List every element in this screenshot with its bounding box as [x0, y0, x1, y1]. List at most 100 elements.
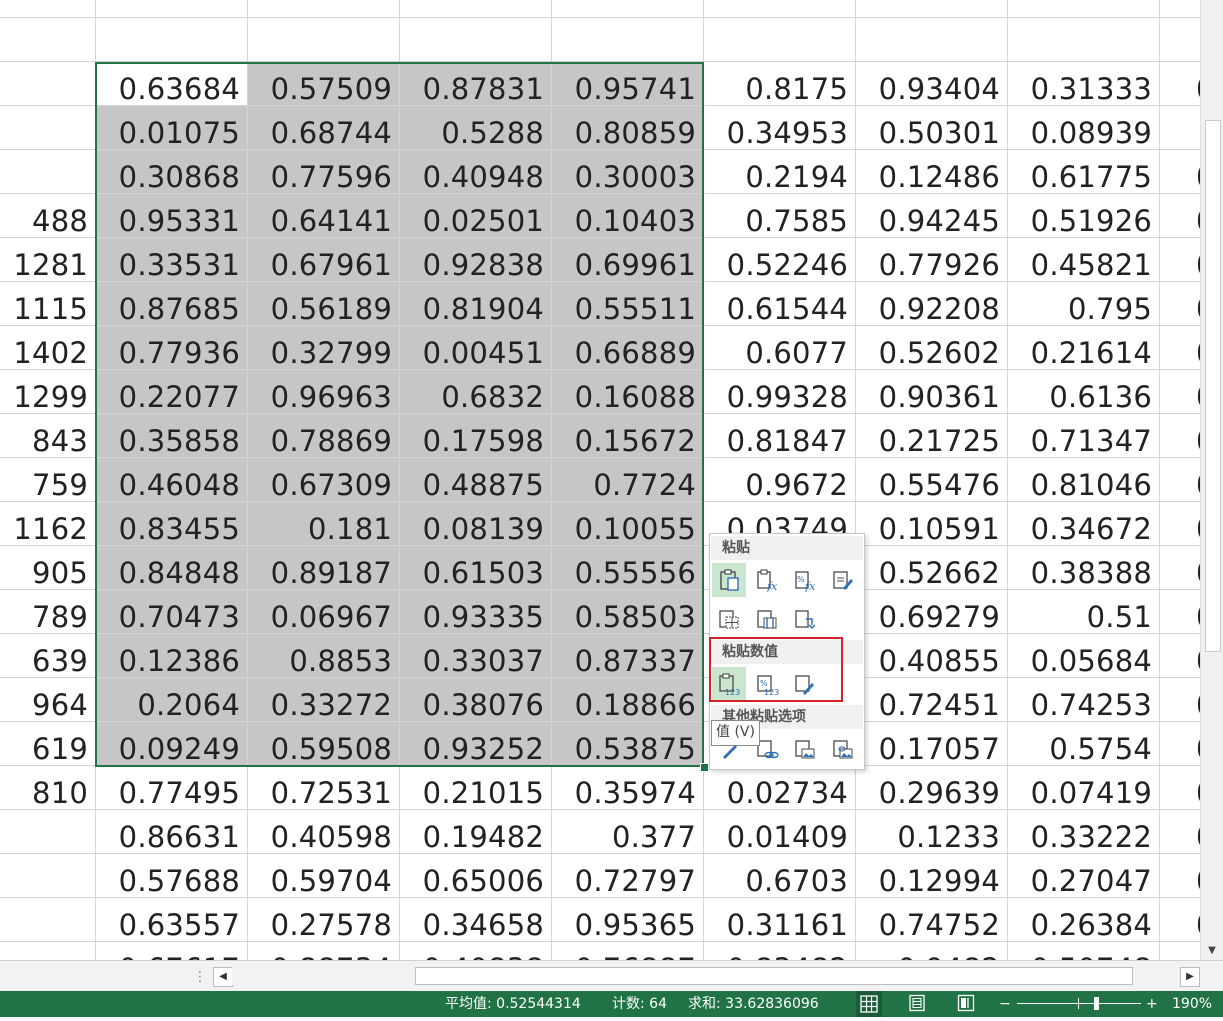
- data-cell[interactable]: 0.77495: [96, 766, 248, 810]
- cell[interactable]: [400, 0, 552, 18]
- row-value-cell[interactable]: 810: [0, 766, 96, 810]
- data-cell[interactable]: [856, 18, 1008, 62]
- data-cell[interactable]: 0.67309: [248, 458, 400, 502]
- data-cell[interactable]: 0.74253: [1008, 678, 1160, 722]
- paste-values-source-formatting-button[interactable]: [788, 667, 822, 701]
- data-cell[interactable]: 0.09249: [96, 722, 248, 766]
- cell[interactable]: [552, 0, 704, 18]
- data-cell[interactable]: 0.12486: [856, 150, 1008, 194]
- data-cell[interactable]: 0.01409: [704, 810, 856, 854]
- paste-values-button[interactable]: 123: [712, 667, 746, 701]
- data-cell[interactable]: 0: [1160, 194, 1200, 238]
- paste-no-borders-button[interactable]: [712, 602, 746, 636]
- data-cell[interactable]: 0.95365: [552, 898, 704, 942]
- vertical-scrollbar[interactable]: ▼: [1200, 0, 1223, 960]
- data-cell[interactable]: 0.57688: [96, 854, 248, 898]
- data-cell[interactable]: [704, 18, 856, 62]
- data-cell[interactable]: 0.26384: [1008, 898, 1160, 942]
- data-cell[interactable]: 0.6703: [704, 854, 856, 898]
- data-cell[interactable]: 0.77936: [96, 326, 248, 370]
- data-cell[interactable]: 0.08939: [1008, 106, 1160, 150]
- data-cell[interactable]: 0.377: [552, 810, 704, 854]
- data-cell[interactable]: 0: [1160, 238, 1200, 282]
- data-cell[interactable]: 0.70473: [96, 590, 248, 634]
- data-cell[interactable]: 0.8853: [248, 634, 400, 678]
- worksheet-grid[interactable]: 0.63684 0.57509 0.87831 0.95741 0.8175 0.9340…: [0, 0, 1200, 960]
- data-cell[interactable]: 0: [1160, 62, 1200, 106]
- zoom-slider-track[interactable]: [1017, 1003, 1141, 1004]
- zoom-out-button[interactable]: −: [999, 995, 1011, 1013]
- data-cell[interactable]: 0.92838: [400, 238, 552, 282]
- row-value-cell[interactable]: [0, 150, 96, 194]
- data-cell[interactable]: 0.72451: [856, 678, 1008, 722]
- data-cell[interactable]: 0: [1160, 942, 1200, 960]
- data-cell[interactable]: 0.93404: [856, 62, 1008, 106]
- row-value-cell[interactable]: [0, 18, 96, 62]
- row-value-cell[interactable]: 843: [0, 414, 96, 458]
- data-cell[interactable]: 0: [1160, 634, 1200, 678]
- data-cell[interactable]: 0.72531: [248, 766, 400, 810]
- paste-formulas-number-format-button[interactable]: % fx: [788, 563, 822, 597]
- data-cell[interactable]: 0.12386: [96, 634, 248, 678]
- data-cell[interactable]: 0.63557: [96, 898, 248, 942]
- data-cell[interactable]: [1160, 18, 1200, 62]
- data-cell[interactable]: 0.61775: [1008, 150, 1160, 194]
- paste-picture-button[interactable]: [788, 732, 822, 766]
- data-cell[interactable]: 0: [1160, 678, 1200, 722]
- data-cell[interactable]: 0.81904: [400, 282, 552, 326]
- cell[interactable]: [96, 0, 248, 18]
- data-cell[interactable]: 0.63684: [96, 62, 248, 106]
- data-cell[interactable]: [1008, 18, 1160, 62]
- data-cell[interactable]: 0.34953: [704, 106, 856, 150]
- data-cell[interactable]: 0.90361: [856, 370, 1008, 414]
- data-cell[interactable]: 0.33222: [1008, 810, 1160, 854]
- paste-keep-source-formatting-button[interactable]: [826, 563, 860, 597]
- data-cell[interactable]: 0.35858: [96, 414, 248, 458]
- cell[interactable]: [248, 0, 400, 18]
- data-cell[interactable]: 0.34658: [400, 898, 552, 942]
- data-cell[interactable]: 0.02501: [400, 194, 552, 238]
- data-cell[interactable]: 0.30868: [96, 150, 248, 194]
- paste-button[interactable]: [712, 563, 746, 597]
- zoom-level[interactable]: 190%: [1172, 995, 1212, 1013]
- data-cell[interactable]: 0.00451: [400, 326, 552, 370]
- data-cell[interactable]: 0.35974: [552, 766, 704, 810]
- data-cell[interactable]: 0.02734: [704, 766, 856, 810]
- data-cell[interactable]: 0.27047: [1008, 854, 1160, 898]
- data-cell[interactable]: 0.52246: [704, 238, 856, 282]
- data-cell[interactable]: 0.21614: [1008, 326, 1160, 370]
- data-cell[interactable]: 0.31333: [1008, 62, 1160, 106]
- fill-handle[interactable]: [700, 763, 709, 772]
- data-cell[interactable]: 0.40598: [248, 810, 400, 854]
- data-cell[interactable]: 0.92208: [856, 282, 1008, 326]
- data-cell[interactable]: 0.55476: [856, 458, 1008, 502]
- data-cell[interactable]: 0.33531: [96, 238, 248, 282]
- data-cell[interactable]: [1160, 106, 1200, 150]
- data-cell[interactable]: 0.76887: [552, 942, 704, 960]
- scroll-left-arrow-icon[interactable]: ◀: [213, 967, 233, 987]
- row-value-cell[interactable]: [0, 898, 96, 942]
- data-cell[interactable]: 0.52602: [856, 326, 1008, 370]
- data-cell[interactable]: 0.81847: [704, 414, 856, 458]
- data-cell[interactable]: 0.17598: [400, 414, 552, 458]
- data-cell[interactable]: 0.17057: [856, 722, 1008, 766]
- page-break-view-button[interactable]: [957, 994, 975, 1012]
- zoom-in-button[interactable]: +: [1146, 995, 1158, 1013]
- data-cell[interactable]: 0.05684: [1008, 634, 1160, 678]
- data-cell[interactable]: 0.86631: [96, 810, 248, 854]
- row-value-cell[interactable]: [0, 810, 96, 854]
- data-cell[interactable]: 0.9482: [856, 942, 1008, 960]
- data-cell[interactable]: 0.78869: [248, 414, 400, 458]
- data-cell[interactable]: 0.2064: [96, 678, 248, 722]
- data-cell[interactable]: 0: [1160, 282, 1200, 326]
- data-cell[interactable]: 0.38076: [400, 678, 552, 722]
- data-cell[interactable]: 0.55511: [552, 282, 704, 326]
- data-cell[interactable]: 0.15672: [552, 414, 704, 458]
- data-cell[interactable]: 0.66889: [552, 326, 704, 370]
- vertical-scroll-thumb[interactable]: [1205, 120, 1221, 652]
- data-cell[interactable]: 0.67617: [96, 942, 248, 960]
- row-value-cell[interactable]: 759: [0, 458, 96, 502]
- data-cell[interactable]: 0.9672: [704, 458, 856, 502]
- data-cell[interactable]: 0: [1160, 722, 1200, 766]
- data-cell[interactable]: 0.81046: [1008, 458, 1160, 502]
